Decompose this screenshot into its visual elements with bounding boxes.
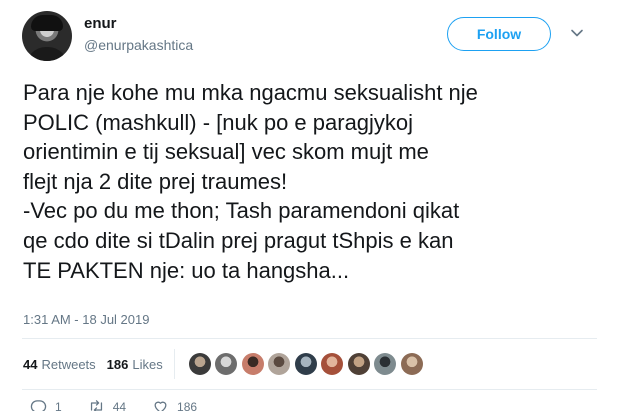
follow-button[interactable]: Follow (447, 17, 551, 51)
tweet-header: enur @enurpakashtica Follow (22, 11, 602, 63)
liker-avatar[interactable] (347, 353, 370, 375)
liker-avatar[interactable] (215, 353, 238, 375)
like-count: 186 (177, 399, 198, 411)
retweet-button[interactable]: 44 (88, 398, 126, 411)
divider (22, 389, 597, 390)
liker-avatar[interactable] (241, 353, 264, 375)
likes-label: Likes (132, 356, 163, 372)
retweets-stat[interactable]: 44 Retweets (23, 357, 96, 372)
tweet-timestamp[interactable]: 1:31 AM - 18 Jul 2019 (23, 312, 149, 327)
retweets-label: Retweets (41, 356, 96, 372)
retweet-count: 44 (112, 399, 127, 411)
likes-stat[interactable]: 186 Likes (107, 357, 163, 372)
tweet-actions: 1 44 186 (30, 398, 223, 411)
avatar-hair (31, 15, 63, 31)
liker-avatar[interactable] (374, 353, 397, 375)
likes-count: 186 (106, 356, 129, 372)
liker-avatar[interactable] (294, 353, 317, 375)
reply-count: 1 (55, 399, 62, 411)
liker-avatar[interactable] (188, 353, 211, 375)
retweets-count: 44 (23, 356, 38, 372)
retweet-icon (90, 400, 102, 411)
reply-icon (30, 400, 47, 411)
divider (22, 338, 597, 339)
avatar[interactable] (22, 11, 72, 61)
tweet-stats: 44 Retweets 186 Likes (23, 340, 427, 388)
avatar-shoulders (26, 47, 68, 61)
reply-button[interactable]: 1 (30, 398, 62, 411)
user-handle[interactable]: @enurpakashtica (84, 37, 193, 53)
liker-avatar[interactable] (268, 353, 291, 375)
display-name[interactable]: enur (84, 15, 117, 32)
stats-separator (173, 349, 175, 379)
liker-avatar[interactable] (321, 353, 344, 375)
tweet-text: Para nje kohe mu mka ngacmu seksualisht … (23, 80, 478, 283)
likers-avatars (188, 353, 428, 375)
liker-avatar[interactable] (400, 353, 423, 375)
chevron-down-icon[interactable] (569, 25, 585, 41)
heart-icon (154, 401, 167, 411)
like-button[interactable]: 186 (152, 398, 197, 411)
